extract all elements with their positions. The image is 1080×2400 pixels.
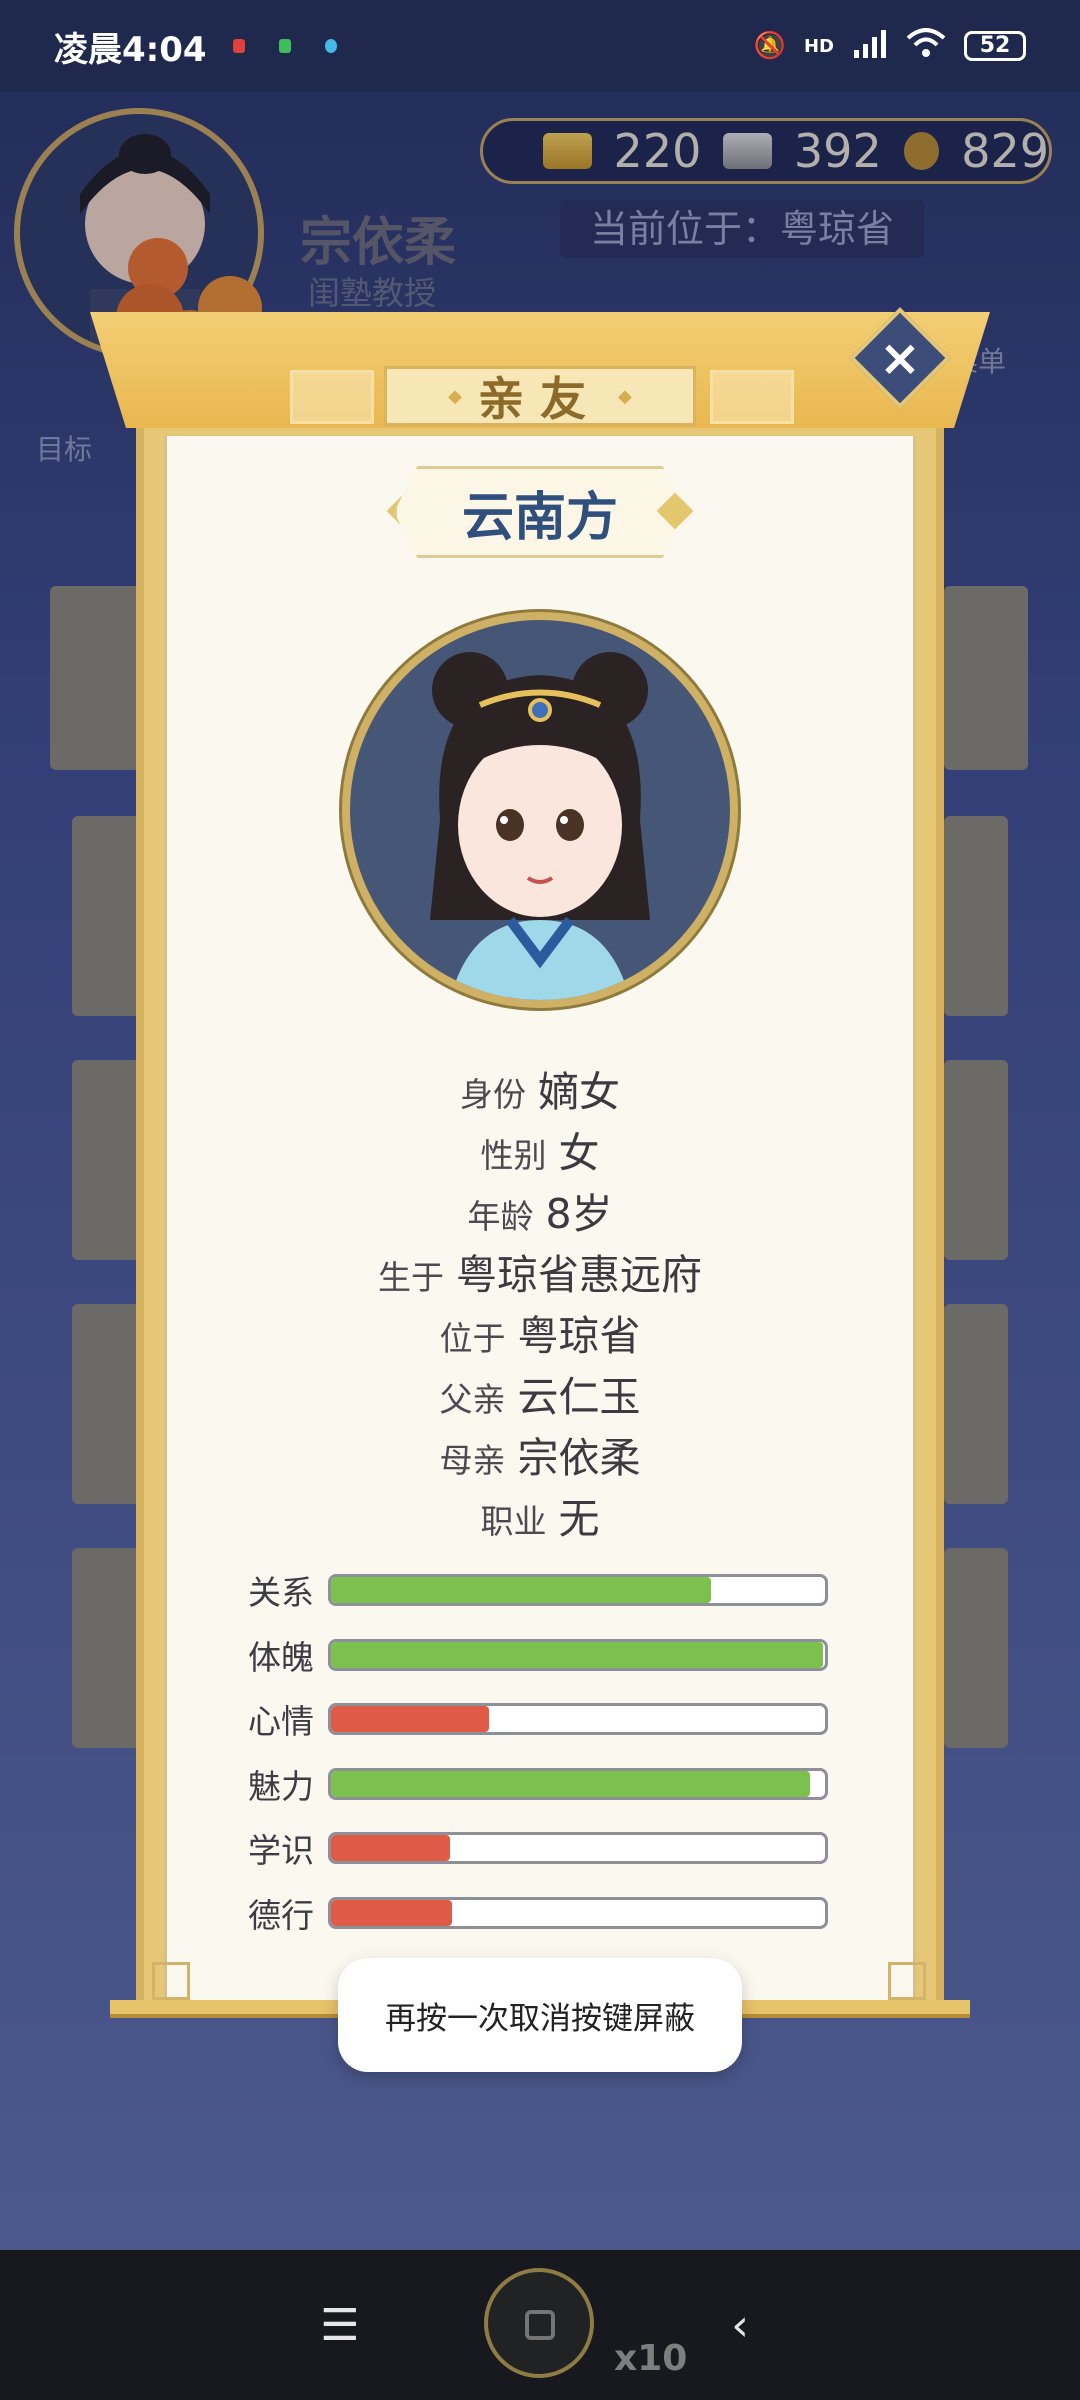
stat-bar-fill: [331, 1899, 453, 1926]
stat-bar-fill: [331, 1641, 823, 1668]
info-location: 位于 粤琼省: [140, 1306, 940, 1367]
notification-icons: [232, 39, 337, 53]
info-value: 云仁玉: [517, 1373, 641, 1421]
stat-bar-track: [328, 1638, 828, 1671]
banner-ornament: [290, 370, 374, 424]
dialog-title: ◆ 亲友 ◆: [384, 366, 696, 426]
battery-icon: 52: [964, 31, 1026, 61]
info-key: 生于: [378, 1258, 444, 1297]
info-value: 嫡女: [538, 1068, 620, 1116]
info-key: 父亲: [439, 1380, 506, 1419]
diamond-ornament-icon: ◆: [448, 385, 462, 407]
stat-label: 心情: [248, 1702, 314, 1742]
info-key: 年龄: [467, 1197, 534, 1236]
stat-row: 心情: [248, 1687, 834, 1752]
stat-bar-track: [328, 1703, 828, 1736]
info-key: 位于: [439, 1319, 506, 1358]
stat-bar-fill: [331, 1706, 490, 1733]
person-name: 云南方: [461, 487, 618, 548]
info-value: 8岁: [545, 1190, 613, 1238]
banner-ornament: [710, 370, 794, 424]
stat-row: 德行: [248, 1881, 834, 1946]
info-gender: 性别女: [140, 1123, 940, 1184]
wifi-icon: [906, 27, 946, 65]
info-key: 身份: [460, 1075, 526, 1114]
mute-icon: 🔕: [753, 31, 786, 61]
info-value: 宗依柔: [517, 1434, 641, 1482]
menu-nav-button[interactable]: ☰: [300, 2300, 380, 2351]
info-value: 粤琼省惠远府: [456, 1251, 702, 1299]
stat-bar-track: [328, 1574, 828, 1607]
info-value: 女: [558, 1129, 600, 1177]
stat-bar-track: [328, 1832, 828, 1865]
floating-share-button[interactable]: [484, 2268, 594, 2378]
person-info: 身份 嫡女 性别女 年龄 8岁 生于 粤琼省惠远府 位于 粤琼省 父亲 云仁玉 母亲 宗依柔…: [140, 1062, 940, 1550]
stat-label: 体魄: [248, 1637, 314, 1677]
stat-bars: 关系体魄心情魅力学识德行: [248, 1558, 834, 1945]
stat-bar-fill: [331, 1835, 450, 1862]
notification-app-icon: [324, 39, 337, 53]
info-father: 父亲 云仁玉: [140, 1367, 940, 1428]
person-portrait: [342, 612, 738, 1008]
stat-label: 德行: [248, 1895, 314, 1935]
multiplier-label: x10: [614, 2338, 688, 2379]
toast-message: 再按一次取消按键屏蔽: [338, 1958, 742, 2072]
status-bar: 凌晨4:04 🔕 HD 52: [0, 0, 1080, 92]
stat-row: 关系: [248, 1558, 834, 1623]
stat-bar-track: [328, 1896, 828, 1929]
info-mother: 母亲 宗依柔: [140, 1428, 940, 1489]
dialog-title-text: 亲友: [478, 372, 602, 426]
stat-bar-track: [328, 1767, 828, 1800]
status-time: 凌晨4:04: [54, 29, 207, 70]
signal-hd-icon: HD: [803, 35, 834, 57]
person-name-badge: 云南方: [394, 466, 686, 558]
info-value: 无: [558, 1495, 600, 1543]
scroll-corner-ornament: [888, 1962, 926, 2000]
info-key: 母亲: [439, 1441, 506, 1480]
stat-row: 学识: [248, 1816, 834, 1881]
scroll-corner-ornament: [152, 1962, 190, 2000]
close-icon: ×: [879, 329, 921, 387]
info-key: 性别: [480, 1136, 547, 1175]
notification-app-icon: [278, 39, 291, 53]
info-birthplace: 生于 粤琼省惠远府: [140, 1245, 940, 1306]
notification-app-icon: [232, 39, 245, 53]
back-nav-button[interactable]: ‹: [700, 2300, 780, 2351]
stat-label: 关系: [248, 1573, 314, 1613]
stat-bar-fill: [331, 1577, 712, 1604]
stat-bar-fill: [331, 1770, 811, 1797]
stat-row: 体魄: [248, 1623, 834, 1688]
info-age: 年龄 8岁: [140, 1184, 940, 1245]
stat-row: 魅力: [248, 1752, 834, 1817]
signal-bars-icon: [852, 28, 888, 65]
diamond-ornament-icon: ◆: [618, 385, 632, 407]
stat-label: 学识: [248, 1831, 314, 1871]
info-value: 粤琼省: [517, 1312, 641, 1360]
stat-label: 魅力: [248, 1766, 314, 1806]
info-key: 职业: [480, 1502, 547, 1541]
info-identity: 身份 嫡女: [140, 1062, 940, 1123]
info-occupation: 职业无: [140, 1489, 940, 1550]
